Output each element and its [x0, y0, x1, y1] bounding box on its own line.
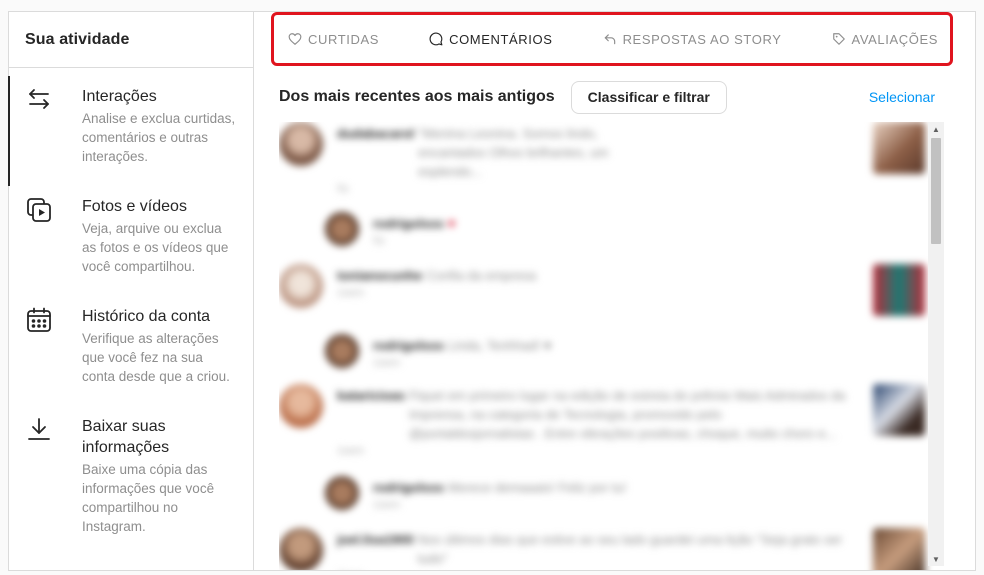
comment-time: 5s — [337, 183, 349, 195]
tab-bar: CURTIDAS COMENTÁRIOS RESPOSTAS AO STORY … — [271, 12, 953, 66]
scroll-up-arrow-icon[interactable]: ▲ — [928, 122, 944, 136]
scroll-thumb[interactable] — [931, 138, 941, 244]
avatar — [279, 264, 323, 308]
comment-username: dudabacarol — [337, 126, 415, 141]
sidebar-item-description: Verifique as alterações que você fez na … — [82, 331, 230, 384]
scrollbar[interactable]: ▲ ▼ — [928, 122, 944, 566]
post-thumbnail[interactable] — [873, 528, 925, 570]
list-item[interactable]: rodrigolsss ♥ 5s — [325, 212, 935, 264]
comment-text: Fiquei em primeiro lugar na edição de es… — [408, 388, 846, 441]
sort-toolbar: Dos mais recentes aos mais antigos Class… — [279, 80, 935, 114]
tab-respostas-story[interactable]: RESPOSTAS AO STORY — [603, 32, 782, 47]
post-thumbnail[interactable] — [873, 122, 925, 174]
scroll-down-arrow-icon[interactable]: ▼ — [928, 552, 944, 566]
comment-time: 1sem — [337, 287, 364, 299]
list-item[interactable]: joel.lisa1900 Nos últimos dias que estive… — [279, 528, 935, 570]
sidebar-item-label: Fotos e vídeos — [82, 198, 187, 215]
post-thumbnail[interactable] — [873, 384, 925, 436]
sidebar-item-label: Interações — [82, 88, 157, 105]
tab-label: CURTIDAS — [308, 31, 380, 47]
list-item[interactable]: tonianocunhe Confia da empresa 1sem — [279, 264, 935, 334]
tag-icon — [832, 33, 845, 45]
activity-panel: Sua atividade Interações Analise e exclu… — [8, 11, 976, 571]
main-content: CURTIDAS COMENTÁRIOS RESPOSTAS AO STORY … — [255, 12, 975, 570]
comment-username: kataricioas — [337, 388, 405, 403]
tab-label: COMENTÁRIOS — [449, 31, 553, 47]
avatar — [325, 334, 359, 368]
arrows-swap-icon — [25, 86, 53, 114]
sidebar-item-label: Histórico da conta — [82, 308, 211, 325]
comment-time: 1sem — [373, 357, 400, 369]
sidebar-item-description: Baixe uma cópia das informações que você… — [82, 462, 215, 534]
sort-filter-button[interactable]: Classificar e filtrar — [570, 80, 727, 114]
comment-text: ♥ — [447, 216, 456, 231]
select-link[interactable]: Selecionar — [869, 89, 935, 105]
comment-time: 1sem — [373, 499, 400, 511]
sidebar-item-description: Veja, arquive ou exclua as fotos e os ví… — [82, 221, 229, 274]
tab-label: RESPOSTAS AO STORY — [622, 31, 782, 47]
comment-username: joel.lisa1900 — [337, 532, 414, 547]
avatar — [325, 476, 359, 510]
calendar-icon — [25, 306, 53, 334]
avatar — [279, 528, 323, 570]
sidebar-item-fotos-videos[interactable]: Fotos e vídeos Veja, arquive ou exclua a… — [9, 196, 253, 276]
list-item[interactable]: rodrigolsss Linda, Tenhhad! ♥ 1sem — [325, 334, 935, 384]
comment-time: 2sem — [337, 568, 858, 570]
avatar — [279, 384, 323, 428]
sidebar-item-historico-conta[interactable]: Histórico da conta Verifique as alteraçõ… — [9, 306, 253, 386]
comment-text: "Menina Leonina. Somos lindo, encantados… — [418, 126, 609, 179]
avatar — [325, 212, 359, 246]
sidebar: Sua atividade Interações Analise e exclu… — [8, 12, 254, 570]
post-thumbnail[interactable] — [873, 264, 925, 316]
list-item[interactable]: rodrigolsss Merece demaaais! Feliz por tu… — [325, 476, 935, 528]
comment-text: Linda, Tenhhad! ♥ — [447, 338, 552, 353]
comment-username: rodrigolsss — [373, 216, 444, 231]
comments-list[interactable]: dudabacarol "Menina Leonina. Somos lindo,… — [279, 122, 935, 570]
comment-text: Nos últimos dias que estive ao seu lado … — [417, 532, 843, 566]
comment-time: 5s — [373, 235, 385, 247]
comment-time: 1sem — [337, 445, 364, 457]
download-icon — [25, 416, 53, 444]
photos-videos-icon — [25, 196, 53, 224]
tab-comentarios[interactable]: COMENTÁRIOS — [429, 32, 552, 47]
sidebar-title: Sua atividade — [9, 12, 253, 68]
comment-text: Confia da empresa — [426, 268, 537, 283]
sidebar-item-description: Analise e exclua curtidas, comentários e… — [82, 111, 236, 164]
comment-icon — [429, 32, 443, 46]
sidebar-item-baixar-informacoes[interactable]: Baixar suas informações Baixe uma cópia … — [9, 416, 253, 536]
reply-icon — [604, 34, 615, 45]
sort-order-title: Dos mais recentes aos mais antigos — [279, 88, 555, 105]
tab-curtidas[interactable]: CURTIDAS — [288, 32, 379, 47]
heart-icon — [288, 33, 302, 45]
comment-username: rodrigolsss — [373, 480, 444, 495]
comment-username: rodrigolsss — [373, 338, 444, 353]
tab-avaliacoes[interactable]: AVALIAÇÕES — [832, 32, 938, 47]
list-item[interactable]: kataricioas Fiquei em primeiro lugar na e… — [279, 384, 935, 476]
list-item[interactable]: dudabacarol "Menina Leonina. Somos lindo,… — [279, 122, 935, 212]
comment-username: tonianocunhe — [337, 268, 423, 283]
avatar — [279, 122, 323, 166]
sidebar-item-label: Baixar suas informações — [82, 418, 170, 456]
comment-text: Merece demaaais! Feliz por tu! — [447, 480, 627, 495]
tab-label: AVALIAÇÕES — [851, 31, 938, 47]
sidebar-item-interacoes[interactable]: Interações Analise e exclua curtidas, co… — [8, 76, 253, 186]
